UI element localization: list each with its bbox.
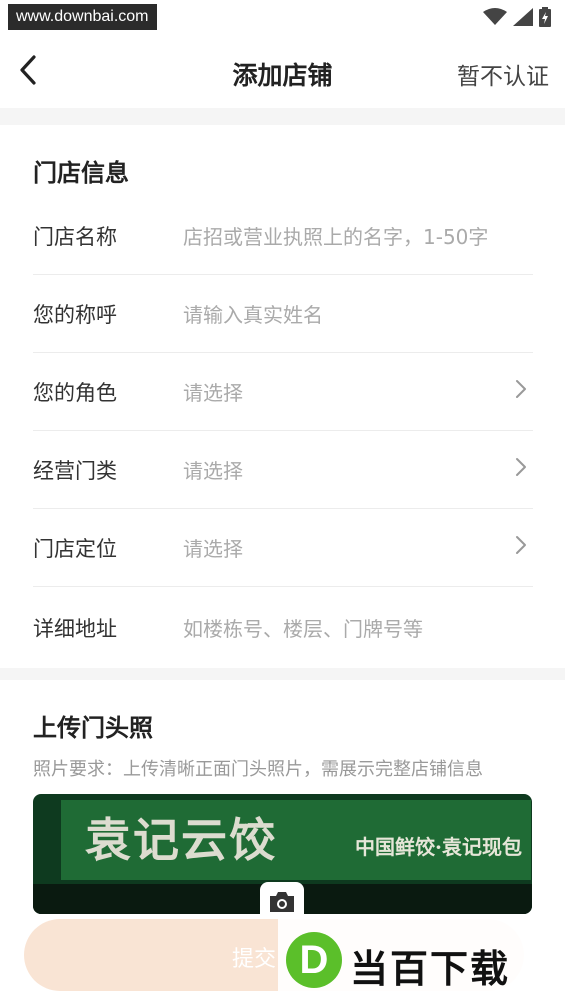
category-select-value[interactable]: 请选择 <box>183 455 243 484</box>
store-info-title: 门店信息 <box>33 159 129 187</box>
row-label: 门店名称 <box>33 225 117 249</box>
camera-icon <box>270 892 294 912</box>
watermark-label: www.downbai.com <box>8 4 157 30</box>
store-name-input[interactable]: 店招或营业执照上的名字，1-50字 <box>183 221 488 250</box>
contact-name-input[interactable]: 请输入真实姓名 <box>183 299 323 328</box>
photo-sign-sub: 中国鲜饺·袁记现包 <box>355 835 522 859</box>
row-label: 详细地址 <box>33 617 117 641</box>
address-input[interactable]: 如楼栋号、楼层、门牌号等 <box>183 613 423 642</box>
skip-verification-button[interactable]: 暂不认证 <box>457 57 549 91</box>
site-logo-watermark: D 当百下载 <box>278 918 565 1004</box>
address-row[interactable]: 详细地址 如楼栋号、楼层、门牌号等 <box>33 589 533 667</box>
upload-description: 照片要求：上传清晰正面门头照片，需展示完整店铺信息 <box>33 759 483 780</box>
row-label: 您的称呼 <box>33 303 117 327</box>
retake-photo-button[interactable] <box>260 882 304 914</box>
location-select-value[interactable]: 请选择 <box>183 533 243 562</box>
submit-label: 提交 <box>232 947 277 972</box>
role-select-value[interactable]: 请选择 <box>183 377 243 406</box>
store-name-row[interactable]: 门店名称 店招或营业执照上的名字，1-50字 <box>33 197 533 275</box>
navigation-bar: 添加店铺 暂不认证 <box>0 32 565 108</box>
status-bar: www.downbai.com <box>0 0 565 32</box>
logo-letter: D <box>286 932 342 988</box>
photo-sign-main: 袁记云饺 <box>85 813 277 867</box>
category-select-row[interactable]: 经营门类 请选择 <box>33 431 533 509</box>
location-select-row[interactable]: 门店定位 请选择 <box>33 509 533 587</box>
row-label: 您的角色 <box>33 381 117 405</box>
row-label: 门店定位 <box>33 537 117 561</box>
chevron-right-icon <box>516 380 526 398</box>
chevron-right-icon <box>516 536 526 554</box>
storefront-photo[interactable]: 袁记云饺 中国鲜饺·袁记现包 <box>33 794 532 914</box>
wifi-icon <box>483 8 507 25</box>
battery-icon <box>539 7 551 27</box>
contact-name-row[interactable]: 您的称呼 请输入真实姓名 <box>33 275 533 353</box>
chevron-right-icon <box>516 458 526 476</box>
logo-text: 当百下载 <box>350 947 511 991</box>
row-label: 经营门类 <box>33 459 117 483</box>
status-icons <box>483 7 551 27</box>
upload-title: 上传门头照 <box>33 714 153 742</box>
signal-icon <box>513 8 533 26</box>
store-info-card: 门店信息 门店名称 店招或营业执照上的名字，1-50字 您的称呼 请输入真实姓名… <box>0 125 565 668</box>
role-select-row[interactable]: 您的角色 请选择 <box>33 353 533 431</box>
